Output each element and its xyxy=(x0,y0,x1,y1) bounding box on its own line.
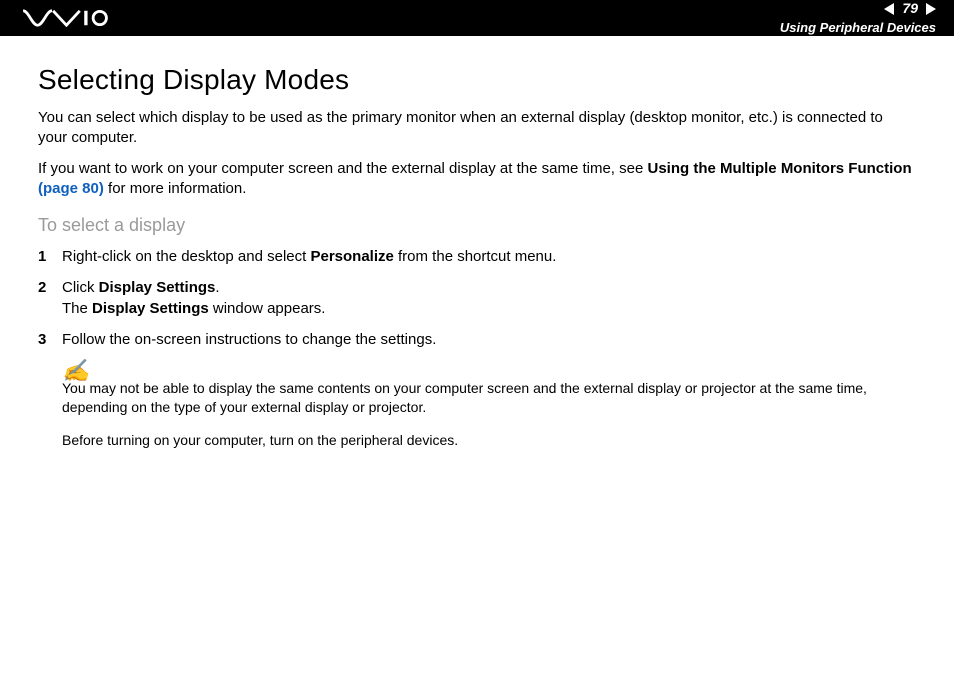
intro-paragraph-2: If you want to work on your computer scr… xyxy=(38,159,916,200)
intro-paragraph-1: You can select which display to be used … xyxy=(38,108,916,149)
p2-pre: If you want to work on your computer scr… xyxy=(38,160,647,177)
page-number: 79 xyxy=(900,0,920,16)
section-name: Using Peripheral Devices xyxy=(780,21,936,36)
header-right: 79 Using Peripheral Devices xyxy=(778,0,936,35)
subheading: To select a display xyxy=(38,215,916,236)
content-area: Selecting Display Modes You can select w… xyxy=(0,36,954,450)
prev-page-icon[interactable] xyxy=(884,3,898,15)
note-2: Before turning on your computer, turn on… xyxy=(62,431,916,450)
page-link-80[interactable]: (page 80) xyxy=(38,180,104,197)
p2-bold: Using the Multiple Monitors Function xyxy=(647,160,911,177)
step2-post: window appears. xyxy=(209,300,326,317)
header-bar: 79 Using Peripheral Devices xyxy=(0,0,954,36)
step-1: Right-click on the desktop and select Pe… xyxy=(38,246,916,267)
p2-post: for more information. xyxy=(104,180,247,197)
step1-bold: Personalize xyxy=(310,248,393,265)
next-page-icon[interactable] xyxy=(922,3,936,15)
vaio-logo xyxy=(22,9,122,27)
step3-text: Follow the on-screen instructions to cha… xyxy=(62,331,436,348)
step2-b2: Display Settings xyxy=(92,300,209,317)
note-1: You may not be able to display the same … xyxy=(62,379,916,417)
page-title: Selecting Display Modes xyxy=(38,64,916,96)
step2-pre: Click xyxy=(62,279,99,296)
step1-post: from the shortcut menu. xyxy=(394,248,557,265)
steps-list: Right-click on the desktop and select Pe… xyxy=(38,246,916,350)
step1-pre: Right-click on the desktop and select xyxy=(62,248,310,265)
pager: 79 xyxy=(884,0,936,16)
step-2: Click Display Settings.The Display Setti… xyxy=(38,277,916,319)
note-block: ✍ You may not be able to display the sam… xyxy=(62,364,916,450)
note-icon: ✍ xyxy=(62,364,916,377)
step-3: Follow the on-screen instructions to cha… xyxy=(38,329,916,350)
step2-b1: Display Settings xyxy=(99,279,216,296)
